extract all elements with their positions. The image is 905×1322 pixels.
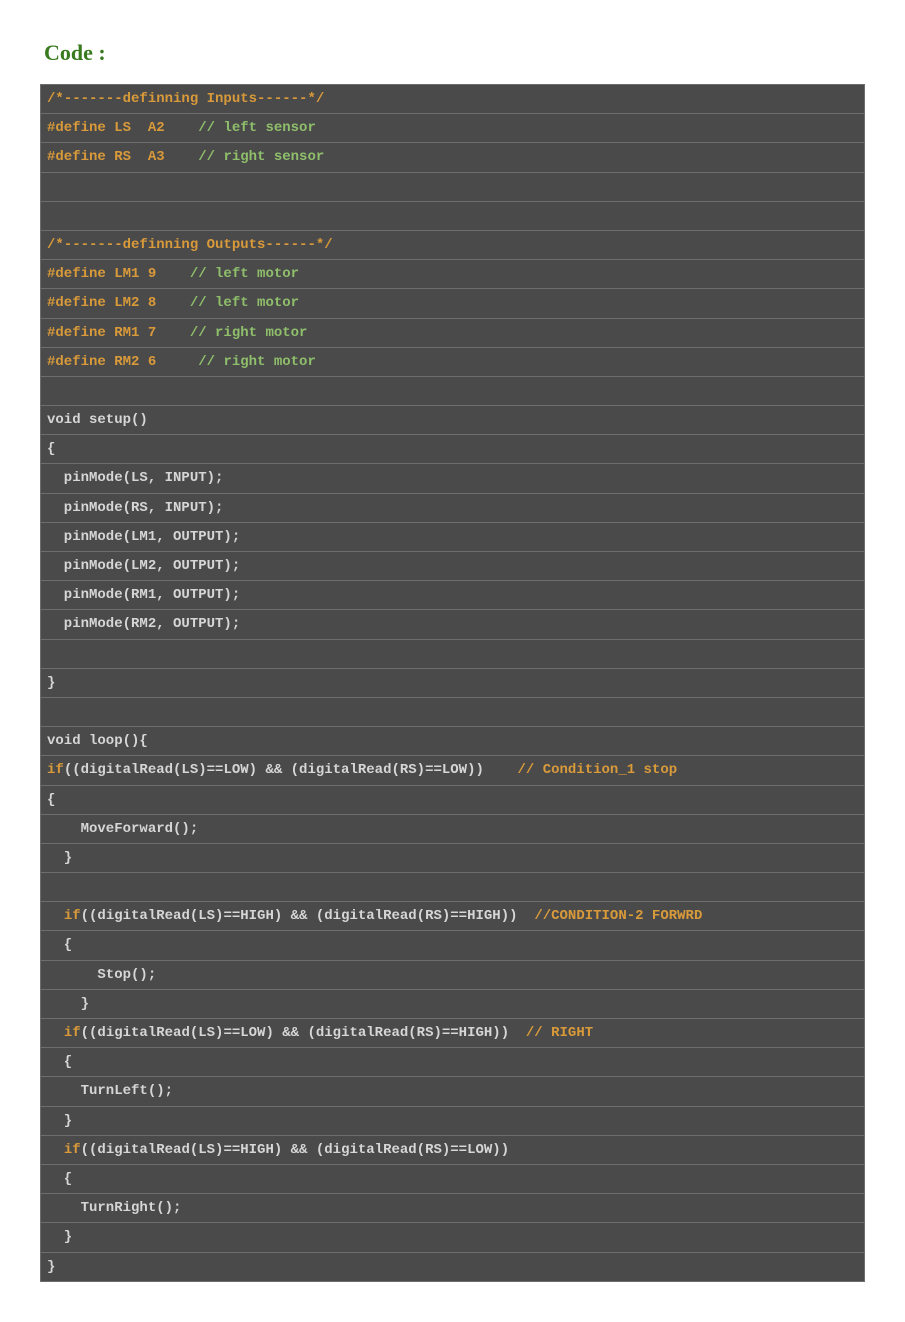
page-container: Code : /*-------definning Inputs------*/… [0, 0, 905, 1322]
code-line: if((digitalRead(LS)==HIGH) && (digitalRe… [41, 902, 865, 931]
code-block: /*-------definning Inputs------*/ #defin… [40, 84, 865, 1282]
code-line: if((digitalRead(LS)==LOW) && (digitalRea… [41, 756, 865, 785]
code-line: } [41, 989, 865, 1018]
code-line: #define RM1 7 // right motor [41, 318, 865, 347]
code-line: #define RM2 6 // right motor [41, 347, 865, 376]
code-line: } [41, 1252, 865, 1281]
code-line: { [41, 435, 865, 464]
code-line: /*-------definning Inputs------*/ [41, 85, 865, 114]
section-heading: Code : [44, 40, 865, 66]
code-line [41, 697, 865, 726]
code-line: Stop(); [41, 960, 865, 989]
code-line: if((digitalRead(LS)==HIGH) && (digitalRe… [41, 1135, 865, 1164]
code-line: } [41, 1106, 865, 1135]
code-line: pinMode(LM1, OUTPUT); [41, 522, 865, 551]
code-line: { [41, 1164, 865, 1193]
code-line: pinMode(RS, INPUT); [41, 493, 865, 522]
code-line [41, 201, 865, 230]
code-line: void loop(){ [41, 727, 865, 756]
code-line: { [41, 1048, 865, 1077]
code-line [41, 639, 865, 668]
code-line: } [41, 843, 865, 872]
code-line [41, 376, 865, 405]
code-line: pinMode(LS, INPUT); [41, 464, 865, 493]
code-line: MoveForward(); [41, 814, 865, 843]
code-line [41, 873, 865, 902]
code-line: #define RS A3 // right sensor [41, 143, 865, 172]
code-line: } [41, 1223, 865, 1252]
code-line: void setup() [41, 406, 865, 435]
code-line [41, 172, 865, 201]
code-line: pinMode(RM1, OUTPUT); [41, 581, 865, 610]
code-line: } [41, 668, 865, 697]
code-line: { [41, 785, 865, 814]
code-line: #define LS A2 // left sensor [41, 114, 865, 143]
code-line: /*-------definning Outputs------*/ [41, 230, 865, 259]
code-line: TurnRight(); [41, 1194, 865, 1223]
code-line: TurnLeft(); [41, 1077, 865, 1106]
code-line: if((digitalRead(LS)==LOW) && (digitalRea… [41, 1019, 865, 1048]
code-line: pinMode(RM2, OUTPUT); [41, 610, 865, 639]
code-line: #define LM2 8 // left motor [41, 289, 865, 318]
code-line: #define LM1 9 // left motor [41, 260, 865, 289]
code-line: pinMode(LM2, OUTPUT); [41, 552, 865, 581]
code-line: { [41, 931, 865, 960]
